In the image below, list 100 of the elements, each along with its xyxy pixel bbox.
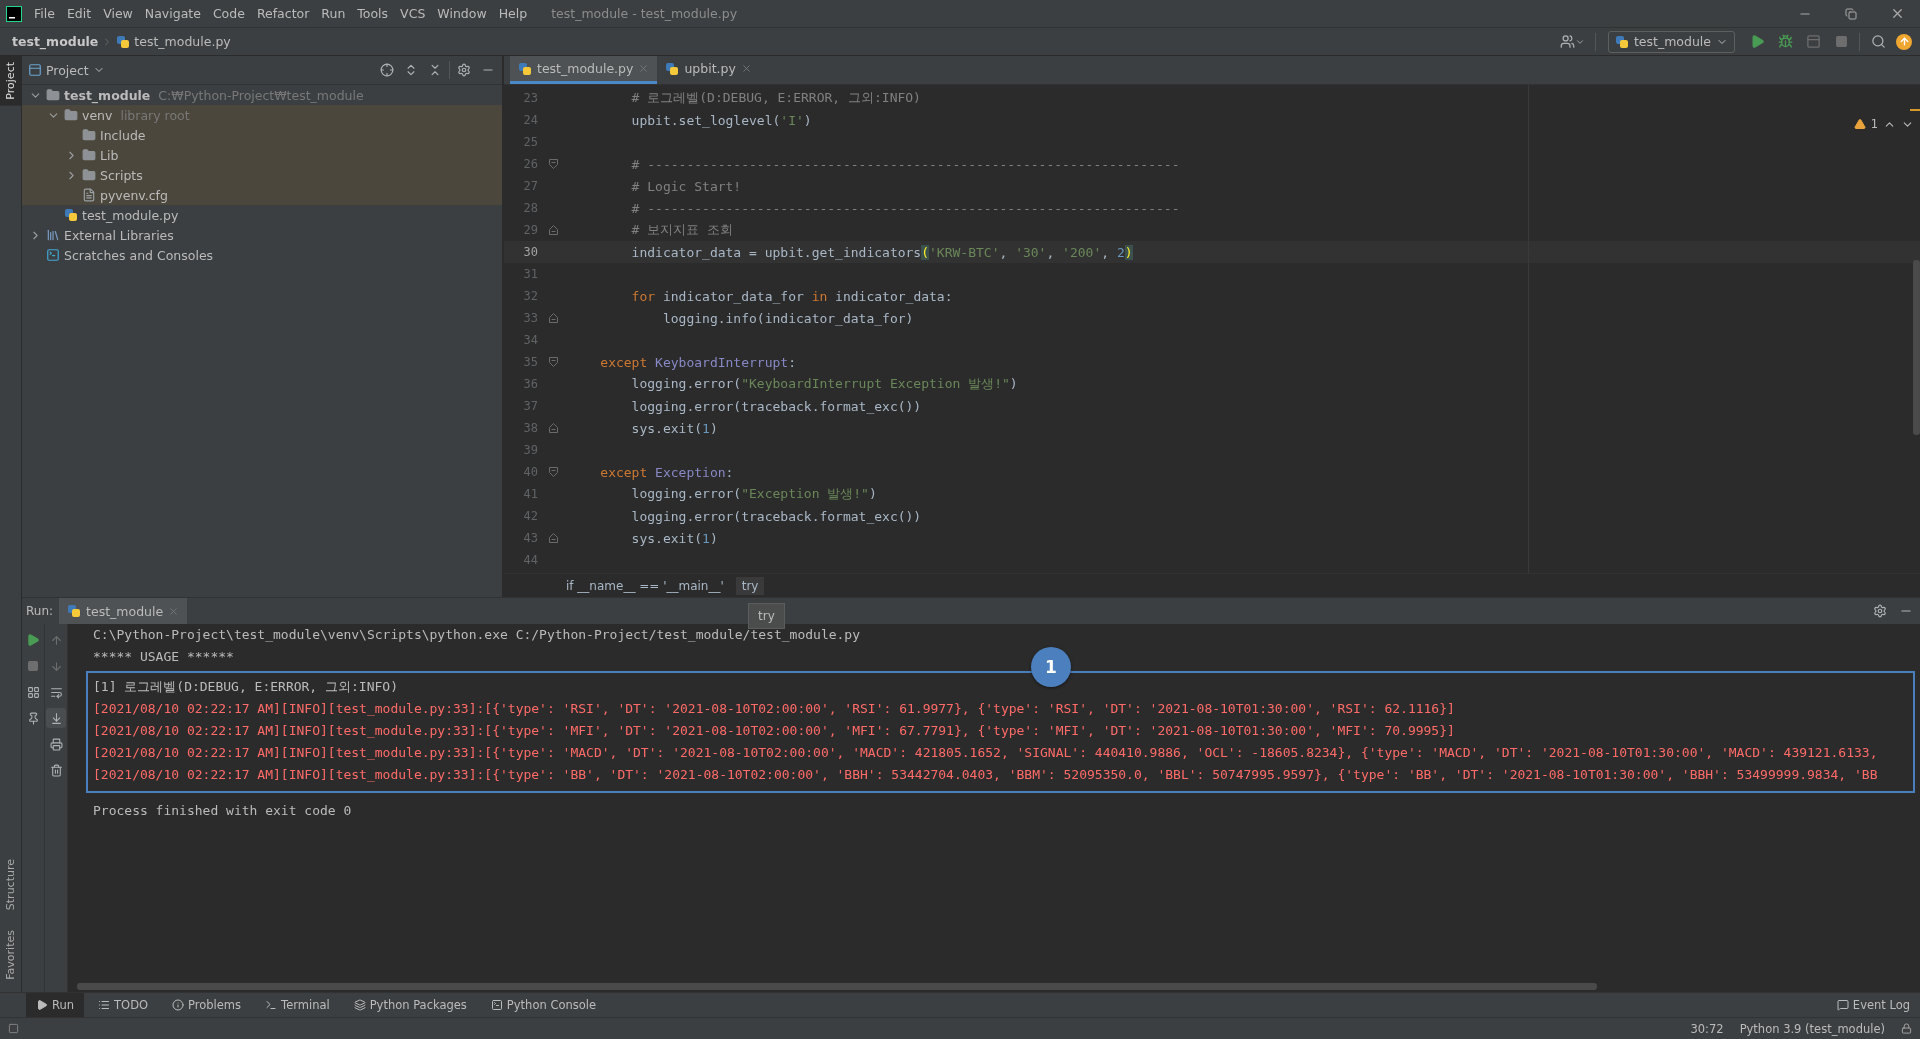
code-line: # 로그레벨(D:DEBUG, E:ERROR, 그외:INFO)	[630, 89, 921, 107]
caret-position[interactable]: 30:72	[1690, 1021, 1724, 1036]
tool-window-button[interactable]: Python Packages	[343, 993, 477, 1017]
libraries-icon	[46, 228, 60, 242]
window-title: test_module - test_module.py	[551, 6, 738, 21]
scroll-to-end-icon[interactable]	[46, 708, 66, 728]
menu-item[interactable]: Run	[315, 2, 352, 25]
tool-window-button[interactable]: Problems	[162, 993, 252, 1017]
fold-marker-icon[interactable]	[549, 533, 558, 543]
code-line: # 보지지표 조회	[630, 221, 734, 239]
tree-item[interactable]: pyvenv.cfg	[100, 187, 168, 203]
warning-count[interactable]: 1	[1870, 117, 1878, 131]
layers-icon	[353, 999, 366, 1011]
fold-marker-icon[interactable]	[549, 225, 558, 235]
scrollbar-thumb[interactable]	[1913, 260, 1920, 435]
code-line: # --------------------------------------------------------------------	[630, 156, 1180, 172]
menu-item[interactable]: Refactor	[250, 2, 316, 25]
folder-icon	[82, 168, 96, 182]
console-line: ***** USAGE ******	[93, 648, 234, 666]
warning-icon	[1853, 118, 1866, 130]
code-breadcrumb[interactable]: try	[735, 576, 765, 595]
line-number: 29	[522, 223, 538, 237]
tree-item[interactable]: Scripts	[100, 167, 143, 183]
code-line: # --------------------------------------------------------------------	[630, 200, 1180, 216]
line-number: 25	[522, 135, 538, 149]
tree-item[interactable]: venv	[82, 107, 113, 123]
editor-tab[interactable]: test_module.py	[510, 56, 658, 84]
run-tab[interactable]: test_module	[59, 598, 188, 624]
menu-item[interactable]: View	[97, 2, 139, 25]
line-number: 35	[522, 355, 538, 369]
project-view-dropdown[interactable]: Project	[28, 62, 105, 78]
tool-window-tab[interactable]: Structure	[0, 853, 21, 917]
line-number: 27	[522, 179, 538, 193]
breadcrumb-file[interactable]: test_module.py	[134, 34, 231, 49]
interpreter-status[interactable]: Python 3.9 (test_module)	[1739, 1021, 1885, 1036]
code-line: logging.info(indicator_data_for)	[661, 310, 914, 326]
line-number: 24	[522, 113, 538, 127]
code-line: indicator_data = upbit.get_indicators('KRW-BTC', '30', '200', 2)	[630, 244, 1133, 260]
line-number: 41	[522, 487, 538, 501]
tree-item-hint: library root	[120, 107, 190, 123]
tree-item[interactable]: Scratches and Consoles	[64, 247, 214, 263]
fold-marker-icon[interactable]	[549, 159, 558, 169]
tree-item[interactable]: Include	[100, 127, 146, 143]
console-line: [2021/08/10 02:22:17 AM][INFO][test_module.py:33]:[{'type': 'MACD', 'DT': '2021-08-10T02:00:00', 'MACD': 421805.1652, 'SIGNAL': 440410.9886, 'OCL': -18605.8234}, {'type': 'MACD', 'DT': '2021-08-10T01:30:00', 'MACD': 439121.6133,	[93, 744, 1878, 762]
fold-marker-icon[interactable]	[549, 467, 558, 477]
tool-window-tab[interactable]: Project	[0, 56, 21, 106]
console-line: Process finished with exit code 0	[93, 802, 352, 820]
menu-item[interactable]: VCS	[394, 2, 432, 25]
tool-window-button[interactable]: Terminal	[255, 993, 340, 1017]
tooltip: try	[748, 603, 785, 629]
close-icon[interactable]	[740, 63, 752, 74]
line-number: 37	[522, 399, 538, 413]
line-number: 28	[522, 201, 538, 215]
menu-item[interactable]: Tools	[351, 2, 395, 25]
tool-window-button[interactable]: Run	[26, 993, 85, 1017]
menu-item[interactable]: Code	[206, 2, 251, 25]
fold-marker-icon[interactable]	[549, 357, 558, 367]
tool-windows-icon[interactable]	[8, 1023, 19, 1034]
line-number: 38	[522, 421, 538, 435]
editor-tab[interactable]: upbit.py	[657, 56, 760, 84]
app-logo-icon[interactable]	[6, 5, 22, 22]
menu-item[interactable]: Edit	[60, 2, 98, 25]
restore-icon[interactable]	[1845, 7, 1857, 20]
code-breadcrumb[interactable]: if __name__ == '__main__'	[560, 576, 730, 595]
fold-marker-icon[interactable]	[549, 423, 558, 433]
line-number: 42	[522, 509, 538, 523]
python-file-icon	[116, 34, 131, 49]
code-line: # Logic Start!	[630, 178, 742, 194]
python-file-icon	[67, 604, 82, 618]
tree-item[interactable]: test_module.py	[82, 207, 179, 223]
scrollbar-thumb[interactable]	[77, 983, 1597, 990]
breadcrumb-project[interactable]: test_module	[12, 34, 99, 49]
warning-stripe-marker[interactable]	[1910, 109, 1920, 111]
menu-item[interactable]: Help	[492, 2, 534, 25]
tool-window-button[interactable]: TODO	[88, 993, 159, 1017]
tree-item[interactable]: External Libraries	[64, 227, 174, 243]
menu-item[interactable]: Navigate	[138, 2, 207, 25]
menu-item[interactable]: File	[28, 2, 61, 25]
fold-marker-icon[interactable]	[549, 313, 558, 323]
code-line: except KeyboardInterrupt:	[599, 354, 796, 370]
console-line: [1] 로그레벨(D:DEBUG, E:ERROR, 그외:INFO)	[93, 678, 398, 696]
line-number: 30	[522, 245, 538, 259]
run-configuration-dropdown[interactable]: test_module	[1607, 30, 1735, 53]
file-icon	[82, 188, 96, 202]
python-file-icon	[665, 61, 680, 76]
event-log-button[interactable]: Event Log	[1826, 993, 1920, 1017]
line-number: 44	[522, 553, 538, 567]
line-number: 43	[522, 531, 538, 545]
menu-item[interactable]: Window	[431, 2, 493, 25]
console-line: C:\Python-Project\test_module\venv\Scripts\python.exe C:/Python-Project/test_module/test_module.py	[93, 626, 860, 644]
tree-item[interactable]: test_module	[64, 87, 151, 103]
tool-window-tab[interactable]: Favorites	[0, 924, 21, 986]
lock-icon[interactable]	[1901, 1023, 1912, 1034]
tool-window-button[interactable]: Python Console	[480, 993, 607, 1017]
line-number: 23	[522, 91, 538, 105]
update-icon[interactable]	[1896, 33, 1912, 50]
run-label: Run:	[26, 604, 54, 618]
tree-item[interactable]: Lib	[100, 147, 119, 163]
list-icon	[98, 999, 111, 1011]
code-line: upbit.set_loglevel('I')	[630, 112, 812, 128]
